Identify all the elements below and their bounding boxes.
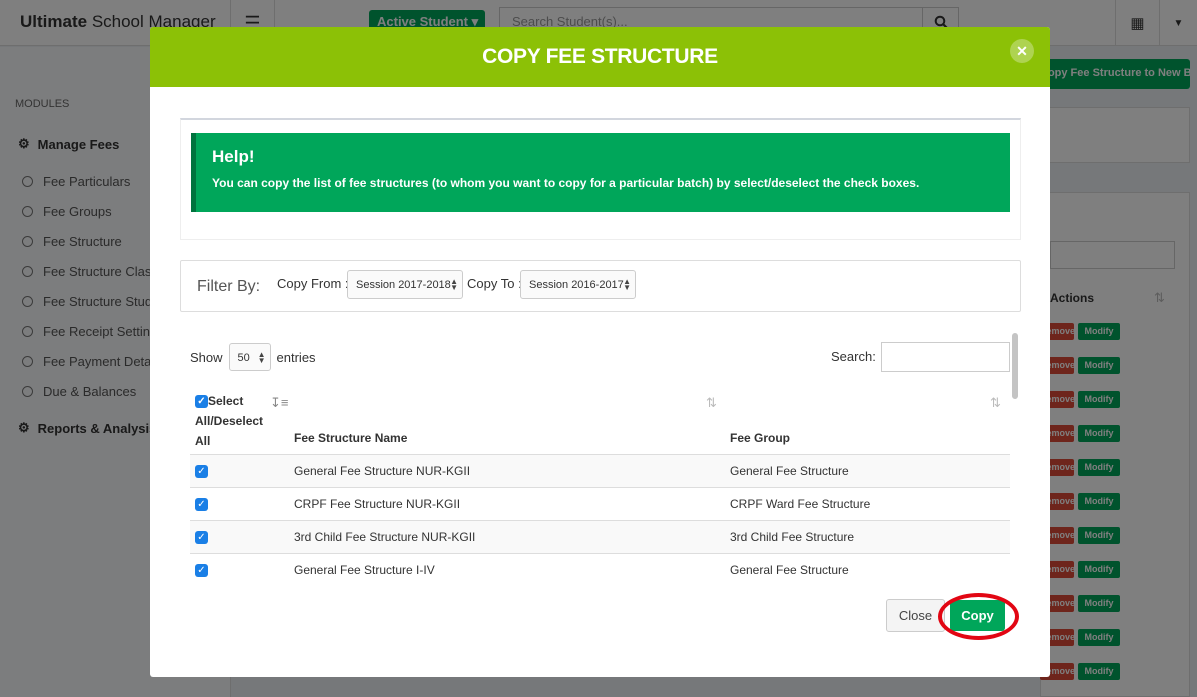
select-arrows-icon: ▲ ▼ [623, 277, 631, 292]
row-checkbox[interactable]: ✓ [195, 531, 208, 544]
entries-label: entries [276, 349, 316, 365]
column-header-fee-structure-name[interactable]: Fee Structure Name [294, 431, 407, 445]
help-text: You can copy the list of fee structures … [212, 176, 920, 190]
entries-select[interactable]: 50 ▲ ▼ [228, 343, 271, 371]
table-row: ✓ 3rd Child Fee Structure NUR-KGII 3rd C… [190, 520, 1010, 553]
fee-group-cell: General Fee Structure [730, 563, 849, 577]
modal-header: COPY FEE STRUCTURE ✕ [150, 27, 1050, 87]
close-icon[interactable]: ✕ [1010, 39, 1034, 63]
table-row: ✓ General Fee Structure NUR-KGII General… [190, 454, 1010, 487]
copy-fee-structure-modal: COPY FEE STRUCTURE ✕ Help! You can copy … [150, 27, 1050, 677]
table-row: ✓ CRPF Fee Structure NUR-KGII CRPF Ward … [190, 487, 1010, 520]
show-label: Show [190, 349, 223, 365]
sort-desc-icon[interactable]: ↧≡ [270, 395, 288, 411]
fee-structure-name-cell: General Fee Structure I-IV [294, 563, 435, 577]
search-label: Search: [831, 349, 876, 364]
fee-group-cell: General Fee Structure [730, 464, 849, 478]
fee-structure-name-cell: CRPF Fee Structure NUR-KGII [294, 497, 461, 511]
close-button[interactable]: Close [886, 599, 945, 632]
help-title: Help! [212, 147, 255, 166]
help-callout: Help! You can copy the list of fee struc… [191, 133, 1010, 212]
fee-group-cell: CRPF Ward Fee Structure [730, 497, 871, 511]
select-arrows-icon: ▲ ▼ [450, 277, 458, 292]
table-row: ✓ General Fee Structure I-IV General Fee… [190, 553, 1010, 583]
fee-structure-name-cell: General Fee Structure NUR-KGII [294, 464, 471, 478]
row-checkbox[interactable]: ✓ [195, 564, 208, 577]
select-arrows-icon: ▲ ▼ [257, 350, 266, 365]
modal-title: COPY FEE STRUCTURE [482, 45, 718, 68]
fee-structure-table-container[interactable]: Show 50 ▲ ▼ entries Search: ✓ Select All/D… [180, 333, 1021, 583]
copy-to-select[interactable]: Session 2016-2017 ▲ ▼ [520, 270, 636, 299]
table-scrollbar[interactable] [1012, 333, 1018, 399]
filter-panel: Filter By: Copy From : Session 2017-2018… [180, 260, 1021, 312]
highlight-annotation [938, 593, 1019, 640]
copy-from-label: Copy From : [277, 276, 349, 291]
table-search-input[interactable] [881, 342, 1010, 372]
fee-structure-name-cell: 3rd Child Fee Structure NUR-KGII [294, 530, 476, 544]
filter-by-label: Filter By: [197, 278, 261, 295]
row-checkbox[interactable]: ✓ [195, 465, 208, 478]
sort-icon[interactable]: ⇅ [990, 395, 1001, 411]
select-all-checkbox[interactable]: ✓ [195, 395, 208, 409]
fee-group-cell: 3rd Child Fee Structure [730, 530, 855, 544]
column-header-fee-group[interactable]: Fee Group [730, 431, 790, 445]
copy-from-select[interactable]: Session 2017-2018 ▲ ▼ [347, 270, 463, 299]
row-checkbox[interactable]: ✓ [195, 498, 208, 511]
copy-to-label: Copy To : [467, 276, 522, 291]
entries-length-control: Show 50 ▲ ▼ entries [190, 343, 316, 371]
help-panel: Help! You can copy the list of fee struc… [180, 118, 1021, 240]
sort-icon[interactable]: ⇅ [706, 395, 717, 411]
